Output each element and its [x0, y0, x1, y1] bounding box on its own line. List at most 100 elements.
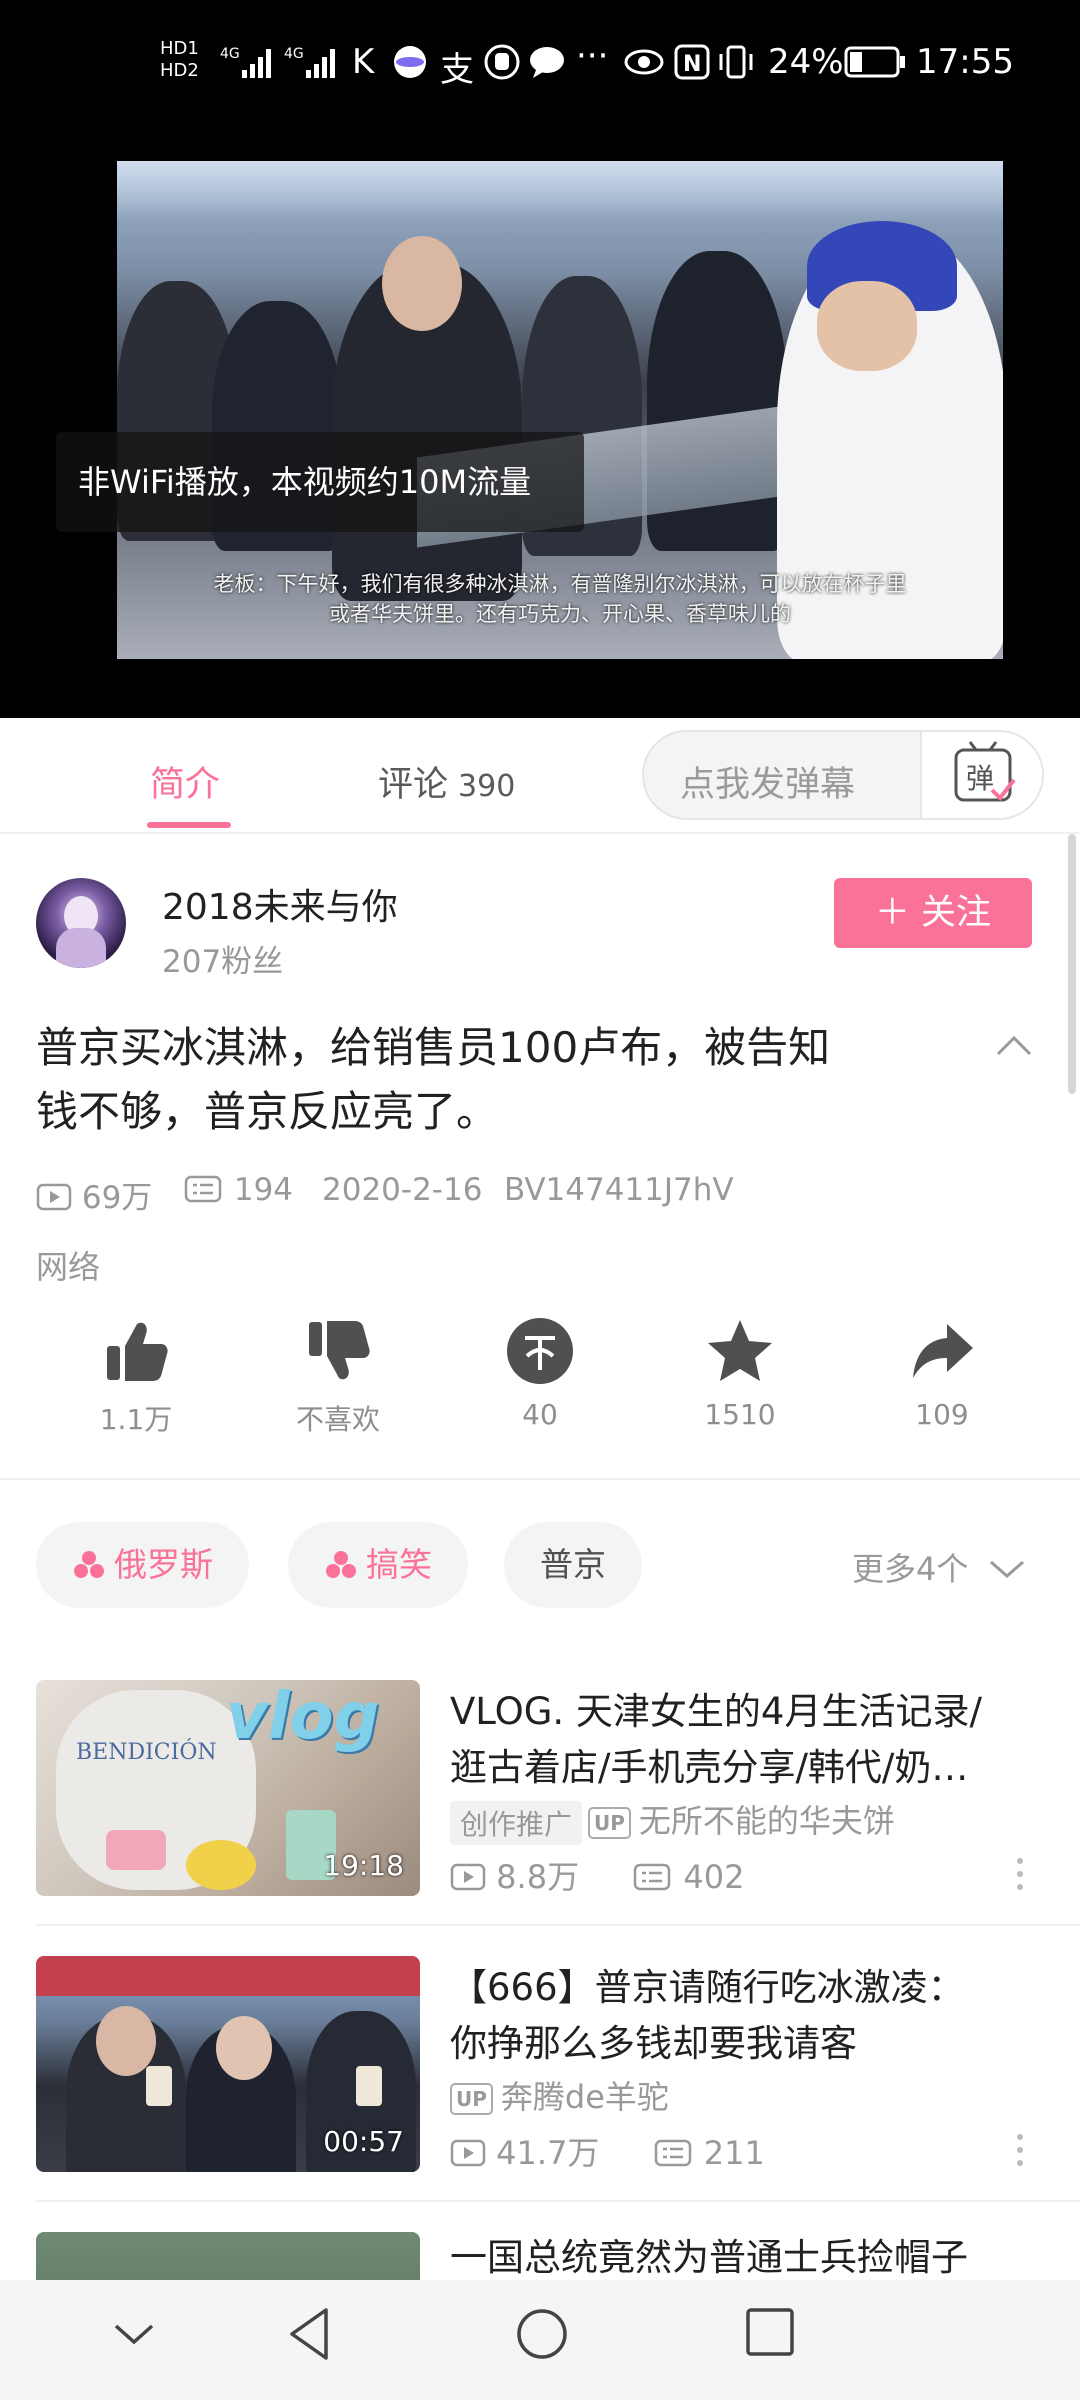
coin-icon	[507, 1318, 573, 1384]
uploader-fans-count: 207粉丝	[162, 944, 284, 980]
action-bar: 1.1万 不喜欢 40 1510 109	[0, 1316, 1080, 1466]
status-bar: HD1 HD2 4G 4G K 支 ··· N 24% 17:55	[0, 0, 1080, 136]
up-badge: UP	[588, 1807, 631, 1839]
danmaku-input-box[interactable]: 点我发弹幕 弹	[642, 730, 1044, 820]
coin-button[interactable]: 40	[470, 1316, 610, 1431]
uploader-row: 2018未来与你 207粉丝 ＋ 关注	[0, 860, 1080, 990]
more-icon: ···	[576, 36, 609, 76]
share-count: 109	[915, 1398, 969, 1431]
video-subtitle: 老板：下午好，我们有很多种冰淇淋，有普隆别尔冰淇淋，可以放在杯子里 或者华夫饼里…	[117, 569, 1003, 629]
view-count-value: 69万	[81, 1180, 153, 1216]
danmaku-count: 194	[184, 1172, 293, 1208]
divider	[0, 1478, 1080, 1480]
more-options-icon[interactable]	[1010, 2132, 1030, 2168]
chevron-down-icon	[989, 1560, 1024, 1578]
more-options-icon[interactable]	[1010, 1856, 1030, 1892]
chevron-down-icon[interactable]	[112, 2320, 156, 2350]
title-line: 【666】普京请随行吃冰激凌：	[450, 1966, 965, 2009]
tab-bar: 简介 评论 390 点我发弹幕 弹	[0, 718, 1080, 834]
danmaku-count-value: 211	[703, 2134, 765, 2172]
favorite-button[interactable]: 1510	[670, 1316, 810, 1431]
coin-count: 40	[522, 1398, 558, 1431]
signal-icon: 4G	[284, 46, 335, 78]
video-player[interactable]: HD1 HD2 4G 4G K 支 ··· N 24% 17:55 老板：下午好…	[0, 0, 1080, 718]
channel-icon	[74, 1550, 104, 1578]
hand-icon	[484, 44, 520, 80]
alipay-icon: 支	[440, 50, 474, 90]
more-tags-label: 更多4个	[852, 1550, 969, 1588]
danmaku-toggle-button[interactable]: 弹	[920, 732, 1042, 818]
share-button[interactable]: 109	[872, 1316, 1012, 1431]
video-title-line: 普京买冰淇淋，给销售员100卢布，被告知	[36, 1023, 831, 1072]
title-line: 你挣那么多钱却要我请客	[450, 2022, 857, 2065]
tag-label: 俄罗斯	[114, 1545, 213, 1584]
tag-putin[interactable]: 普京	[504, 1522, 642, 1608]
danmaku-input[interactable]: 点我发弹幕	[680, 756, 855, 807]
dislike-label: 不喜欢	[295, 1403, 380, 1436]
recommended-video-owner: 创作推广 UP 无所不能的华夫饼	[450, 1796, 895, 1845]
recommended-video-card[interactable]: 一国总统竟然为普通士兵捡帽子	[0, 2232, 1080, 2280]
video-title: 普京买冰淇淋，给销售员100卢布，被告知 钱不够，普京反应亮了。	[36, 1016, 956, 1144]
system-nav-bar	[0, 2280, 1080, 2400]
play-count-icon	[450, 1863, 486, 1891]
video-thumbnail[interactable]	[36, 2232, 420, 2280]
home-icon[interactable]	[514, 2306, 570, 2362]
like-count: 1.1万	[99, 1403, 173, 1436]
view-count-value: 8.8万	[496, 1858, 580, 1896]
play-count-icon	[450, 2139, 486, 2167]
video-frame[interactable]: 老板：下午好，我们有很多种冰淇淋，有普隆别尔冰淇淋，可以放在杯子里 或者华夫饼里…	[117, 161, 1003, 659]
up-badge: UP	[450, 2083, 493, 2115]
battery-percent: 24%	[768, 42, 844, 82]
video-duration: 00:57	[323, 2125, 404, 2158]
active-tab-indicator	[147, 822, 231, 828]
danmaku-count-icon	[184, 1175, 222, 1203]
back-icon[interactable]	[286, 2306, 332, 2362]
subtitle-line: 老板：下午好，我们有很多种冰淇淋，有普隆别尔冰淇淋，可以放在杯子里	[213, 572, 907, 596]
tab-comments[interactable]: 评论 390	[378, 756, 515, 807]
recommended-video-title[interactable]: 【666】普京请随行吃冰激凌： 你挣那么多钱却要我请客	[450, 1960, 1044, 2072]
recommended-video-card[interactable]: 00:57 【666】普京请随行吃冰激凌： 你挣那么多钱却要我请客 UP 奔腾de…	[0, 1956, 1080, 2216]
more-tags-button[interactable]: 更多4个	[852, 1544, 1027, 1590]
recommended-video-title[interactable]: 一国总统竟然为普通士兵捡帽子	[450, 2232, 1044, 2280]
recommended-video-stats: 41.7万 211	[450, 2128, 765, 2174]
vibrate-icon	[719, 45, 753, 79]
tags-row: 俄罗斯 搞笑 普京 更多4个	[0, 1522, 1080, 1608]
tab-intro[interactable]: 简介	[150, 756, 220, 807]
video-thumbnail[interactable]: BENDICIÓN vlog 19:18	[36, 1680, 420, 1896]
nfc-icon: N	[674, 44, 710, 80]
favorite-count: 1510	[704, 1398, 776, 1431]
tag-label: 普京	[540, 1545, 606, 1584]
eye-icon	[624, 49, 664, 75]
danmaku-icon-label: 弹	[966, 762, 994, 795]
promotion-badge: 创作推广	[450, 1801, 583, 1845]
tab-comments-label: 评论	[378, 765, 449, 805]
danmaku-count-icon	[634, 1863, 671, 1891]
thumbs-down-icon	[309, 1321, 370, 1380]
tag-russia[interactable]: 俄罗斯	[36, 1522, 249, 1608]
like-button[interactable]: 1.1万	[66, 1316, 206, 1438]
comments-count: 390	[458, 769, 516, 804]
avatar[interactable]	[36, 878, 126, 968]
dislike-button[interactable]: 不喜欢	[268, 1316, 408, 1438]
chevron-up-icon[interactable]	[994, 1030, 1034, 1060]
owner-name: 奔腾de羊驼	[500, 2078, 669, 2116]
bvid: BV147411J7hV	[504, 1172, 734, 1208]
uploader-name[interactable]: 2018未来与你	[162, 878, 398, 930]
scrollbar[interactable]	[1068, 834, 1076, 1094]
video-thumbnail[interactable]: 00:57	[36, 1956, 420, 2172]
follow-button[interactable]: ＋ 关注	[834, 878, 1032, 948]
subtitle-line: 或者华夫饼里。还有巧克力、开心果、香草味儿的	[329, 602, 791, 626]
tag-funny[interactable]: 搞笑	[288, 1522, 468, 1608]
hd-icon: HD1 HD2	[160, 38, 199, 81]
chat-icon	[530, 47, 564, 78]
partition-label[interactable]: 网络	[36, 1242, 100, 1288]
recommended-video-title[interactable]: VLOG. 天津女生的4月生活记录/ 逛古着店/手机壳分享/韩代/奶…	[450, 1684, 1044, 1796]
share-icon	[913, 1324, 973, 1378]
thumbnail-vlog-text: vlog	[226, 1680, 380, 1754]
svg-text:4G: 4G	[220, 46, 240, 62]
recommended-video-card[interactable]: BENDICIÓN vlog 19:18 VLOG. 天津女生的4月生活记录/ …	[0, 1680, 1080, 1940]
battery-icon	[844, 46, 905, 78]
danmaku-icon: 弹	[954, 741, 1016, 802]
video-duration: 19:18	[323, 1849, 404, 1882]
recents-icon[interactable]	[744, 2306, 796, 2358]
